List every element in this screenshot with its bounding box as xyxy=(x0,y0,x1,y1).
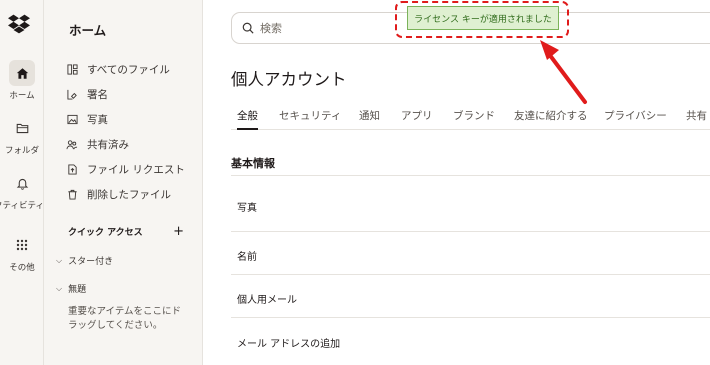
rail-folder-button[interactable] xyxy=(9,115,35,141)
icon-rail: ホーム フォルダ アクティビティ その他 xyxy=(0,0,44,365)
sidebar-item-deleted[interactable]: 削除したファイル xyxy=(66,185,171,203)
sidebar-item-signature[interactable]: 署名 xyxy=(66,85,108,103)
tab-sharing[interactable]: 共有 xyxy=(686,108,707,130)
tab-notifications[interactable]: 通知 xyxy=(359,108,380,130)
tab-security[interactable]: セキュリティ xyxy=(279,108,341,130)
rail-label-home: ホーム xyxy=(9,91,35,101)
sidebar-item-label: ファイル リクエスト xyxy=(87,163,185,176)
chevron-down-icon: ⌵ xyxy=(56,255,63,265)
group-untitled[interactable]: ⌵ 無題 xyxy=(56,282,87,296)
empty-drop-hint: 重要なアイテムをここにドラッグしてください。 xyxy=(68,306,182,331)
license-applied-notification: ライセンス キーが適用されました xyxy=(407,6,559,30)
row-personal-email[interactable]: 個人用メール xyxy=(237,291,297,306)
sidebar-item-photos[interactable]: 写真 xyxy=(66,110,108,128)
divider xyxy=(231,175,710,176)
tab-general[interactable]: 全般 xyxy=(237,108,258,130)
tab-privacy[interactable]: プライバシー xyxy=(604,108,667,130)
rail-more-button[interactable] xyxy=(9,232,35,258)
rail-label-folder: フォルダ xyxy=(4,146,39,156)
main-content: 検索 個人アカウント 全般 セキュリティ 通知 アプリ ブランド 友達に紹介する… xyxy=(203,0,710,365)
group-label: 無題 xyxy=(68,285,87,295)
sidebar-item-label: 削除したファイル xyxy=(87,188,171,201)
rail-item-home[interactable]: ホーム xyxy=(0,60,44,101)
rail-home-button[interactable] xyxy=(9,60,35,86)
photo-icon xyxy=(66,113,78,125)
tab-apps[interactable]: アプリ xyxy=(401,108,433,130)
sidebar-item-shared[interactable]: 共有済み xyxy=(66,135,129,153)
app-window: ホーム フォルダ アクティビティ その他 xyxy=(0,0,710,365)
search-icon xyxy=(242,22,254,34)
add-quick-access-button[interactable]: + xyxy=(173,225,184,238)
rail-activity-button[interactable] xyxy=(9,170,35,196)
group-starred[interactable]: ⌵ スター付き xyxy=(56,254,114,268)
files-icon xyxy=(66,63,78,75)
rail-item-folder[interactable]: フォルダ xyxy=(0,115,44,156)
rail-label-more: その他 xyxy=(9,263,35,273)
shared-icon xyxy=(66,138,78,150)
sidebar-item-file-requests[interactable]: ファイル リクエスト xyxy=(66,160,185,178)
sidebar-title: ホーム xyxy=(69,23,107,38)
sidebar-item-all-files[interactable]: すべてのファイル xyxy=(66,60,170,78)
divider xyxy=(231,274,710,275)
home-icon xyxy=(16,67,28,79)
tab-referral[interactable]: 友達に紹介する xyxy=(514,108,588,130)
divider xyxy=(231,231,710,232)
divider xyxy=(231,317,710,318)
rail-item-more[interactable]: その他 xyxy=(0,232,44,273)
folder-icon xyxy=(16,123,28,133)
row-photo[interactable]: 写真 xyxy=(237,199,257,214)
sidebar-item-label: 共有済み xyxy=(87,138,129,151)
search-placeholder: 検索 xyxy=(260,22,282,35)
sidebar-item-label: 署名 xyxy=(87,88,108,101)
signature-icon xyxy=(66,88,78,100)
rail-label-activity: アクティビティ xyxy=(0,201,44,211)
tab-branding[interactable]: ブランド xyxy=(453,108,495,130)
annotation-arrow-icon xyxy=(540,40,587,104)
dropbox-logo-icon[interactable] xyxy=(8,13,30,35)
chevron-down-icon: ⌵ xyxy=(56,283,63,293)
bell-icon xyxy=(16,178,28,190)
row-name[interactable]: 名前 xyxy=(237,248,257,263)
group-label: スター付き xyxy=(68,257,114,267)
section-title: 基本情報 xyxy=(231,157,275,170)
quick-access-label: クイック アクセス xyxy=(68,228,143,238)
rail-item-activity[interactable]: アクティビティ xyxy=(0,170,44,211)
trash-icon xyxy=(66,188,78,200)
file-request-icon xyxy=(66,163,78,175)
page-title: 個人アカウント xyxy=(231,70,347,89)
settings-tabs: 全般 セキュリティ 通知 アプリ ブランド 友達に紹介する プライバシー 共有 xyxy=(231,108,710,130)
row-add-email[interactable]: メール アドレスの追加 xyxy=(237,335,340,350)
grid-icon xyxy=(16,239,28,251)
sidebar: ホーム すべてのファイル 署名 写真 共有済み ファイル リクエスト 削除したフ… xyxy=(44,0,203,365)
sidebar-item-label: 写真 xyxy=(87,113,108,126)
sidebar-item-label: すべてのファイル xyxy=(87,63,170,76)
quick-access-header: クイック アクセス + xyxy=(68,225,184,239)
